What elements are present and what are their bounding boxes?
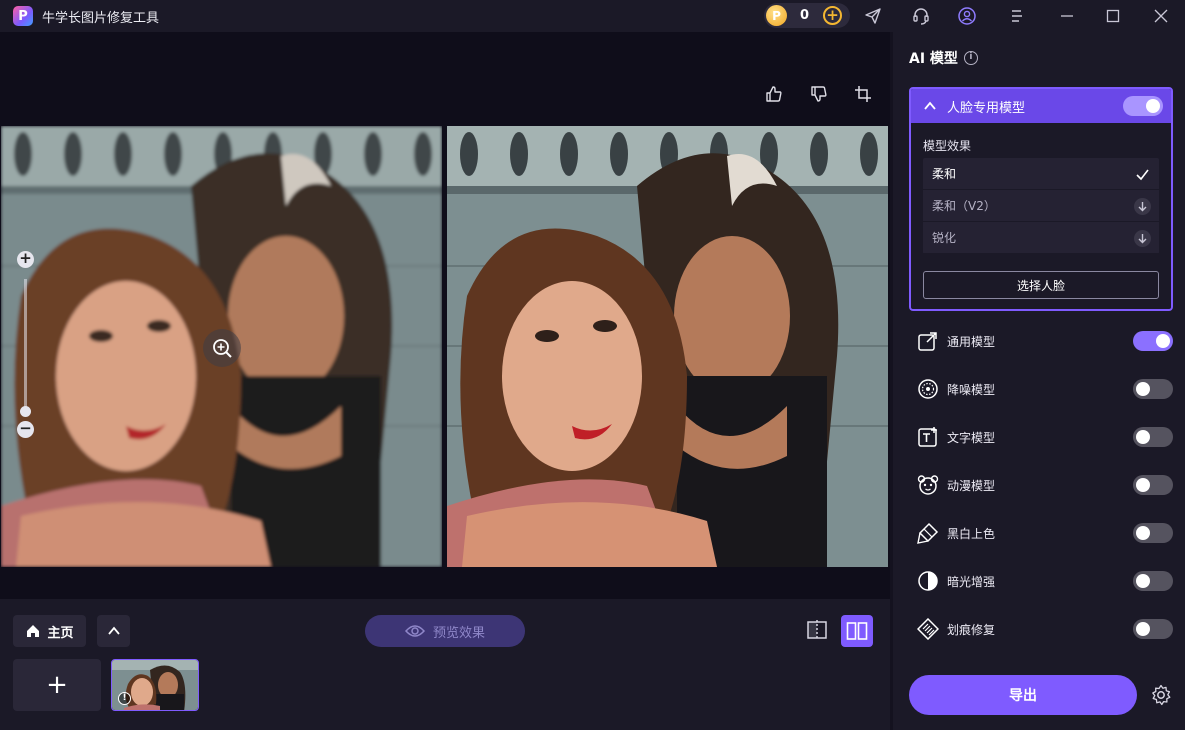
app-logo: P: [13, 6, 33, 26]
zoom-in-button[interactable]: +: [17, 251, 34, 268]
model-row-colorize[interactable]: 黑白上色: [909, 518, 1173, 548]
text-model-toggle[interactable]: [1133, 427, 1173, 447]
title-bar: P 牛学长图片修复工具 P 0 +: [0, 0, 1185, 32]
magnifier-icon[interactable]: [203, 329, 241, 367]
app-window: P 牛学长图片修复工具 P 0 + + − 主页 预览效果 + ! AI 模型 …: [0, 0, 1185, 730]
home-icon: [27, 625, 40, 637]
panel-title-text: AI 模型: [909, 51, 958, 67]
model-row-scratch[interactable]: 划痕修复: [909, 614, 1173, 644]
zoom-out-button[interactable]: −: [17, 421, 34, 438]
app-title: 牛学长图片修复工具: [42, 10, 160, 26]
headset-icon[interactable]: [911, 6, 931, 26]
toggle-knob: [1136, 574, 1150, 588]
image-thumbnail[interactable]: !: [111, 659, 199, 711]
preview-label: 预览效果: [432, 625, 485, 641]
denoise-model-icon: [917, 378, 939, 400]
add-image-button[interactable]: +: [13, 659, 101, 711]
coin-icon: P: [766, 5, 787, 26]
scratch-repair-toggle[interactable]: [1133, 619, 1173, 639]
preview-button[interactable]: 预览效果: [365, 615, 525, 647]
enhanced-image[interactable]: [447, 126, 888, 567]
face-model-header[interactable]: 人脸专用模型: [911, 89, 1171, 123]
text-model-icon: [917, 426, 939, 448]
face-model-toggle[interactable]: [1123, 96, 1163, 116]
toggle-knob: [1136, 382, 1150, 396]
model-row-text[interactable]: 文字模型: [909, 422, 1173, 452]
menu-icon[interactable]: [1007, 6, 1027, 26]
toggle-knob: [1136, 622, 1150, 636]
colorize-icon: [917, 522, 939, 544]
canvas-area: + −: [0, 32, 890, 599]
expand-button[interactable]: [97, 615, 130, 647]
scratch-repair-icon: [917, 618, 939, 640]
model-label: 降噪模型: [947, 382, 996, 397]
download-icon[interactable]: [1134, 198, 1151, 215]
model-label: 黑白上色: [947, 526, 996, 541]
general-model-toggle[interactable]: [1133, 331, 1173, 351]
anime-model-icon: [917, 474, 939, 496]
panel-title: AI 模型 i: [909, 48, 978, 68]
chevron-up-icon: [107, 626, 120, 635]
model-panel: AI 模型 i 人脸专用模型 模型效果 柔和 柔和（V2） 锐化 选择人脸 通用…: [893, 32, 1185, 730]
model-label: 暗光增强: [947, 574, 996, 589]
face-model-card: 人脸专用模型 模型效果 柔和 柔和（V2） 锐化 选择人脸: [909, 87, 1173, 311]
model-label: 文字模型: [947, 430, 996, 445]
model-label: 通用模型: [947, 334, 996, 349]
model-row-anime[interactable]: 动漫模型: [909, 470, 1173, 500]
toggle-knob: [1136, 430, 1150, 444]
general-model-icon: [917, 330, 939, 352]
thumbs-up-icon[interactable]: [765, 85, 785, 105]
send-icon[interactable]: [863, 6, 883, 26]
info-icon[interactable]: i: [963, 51, 978, 65]
coin-balance[interactable]: P 0 +: [764, 3, 850, 28]
colorize-toggle[interactable]: [1133, 523, 1173, 543]
split-view-icon[interactable]: [806, 619, 828, 641]
select-face-button[interactable]: 选择人脸: [923, 271, 1159, 299]
option-label: 锐化: [932, 231, 957, 245]
model-row-denoise[interactable]: 降噪模型: [909, 374, 1173, 404]
effect-option-soft-v2[interactable]: 柔和（V2）: [923, 190, 1159, 222]
user-icon[interactable]: [957, 6, 977, 26]
toggle-knob: [1136, 478, 1150, 492]
zoom-slider[interactable]: + −: [17, 251, 35, 438]
gear-icon[interactable]: [1150, 684, 1172, 706]
model-label: 划痕修复: [947, 622, 996, 637]
coin-count: 0: [800, 8, 810, 23]
crop-icon[interactable]: [854, 85, 874, 105]
minimize-icon[interactable]: [1057, 6, 1077, 26]
effect-option-soft[interactable]: 柔和: [923, 158, 1159, 190]
model-row-low-light[interactable]: 暗光增强: [909, 566, 1173, 596]
zoom-handle[interactable]: [20, 406, 31, 417]
thumbs-down-icon[interactable]: [810, 85, 830, 105]
face-model-label: 人脸专用模型: [947, 100, 1026, 116]
low-light-icon: [917, 570, 939, 592]
download-icon[interactable]: [1134, 230, 1151, 247]
zoom-track[interactable]: [24, 279, 27, 411]
model-row-general[interactable]: 通用模型: [909, 326, 1173, 356]
option-label: 柔和: [932, 167, 957, 181]
low-light-toggle[interactable]: [1133, 571, 1173, 591]
home-button[interactable]: 主页: [13, 615, 86, 647]
add-coins-button[interactable]: +: [823, 6, 843, 25]
effect-option-sharpen[interactable]: 锐化: [923, 222, 1159, 254]
option-label: 柔和（V2）: [932, 199, 996, 213]
close-icon[interactable]: [1151, 6, 1171, 26]
home-label: 主页: [47, 625, 74, 641]
info-icon[interactable]: !: [118, 692, 131, 705]
model-effect-heading: 模型效果: [923, 139, 972, 153]
toggle-knob: [1156, 334, 1170, 348]
toggle-knob: [1146, 99, 1160, 113]
checkmark-icon: [1134, 166, 1151, 183]
model-label: 动漫模型: [947, 478, 996, 493]
export-button[interactable]: 导出: [909, 675, 1137, 715]
eye-icon: [404, 625, 425, 637]
anime-model-toggle[interactable]: [1133, 475, 1173, 495]
maximize-icon[interactable]: [1103, 6, 1123, 26]
effect-options: 柔和 柔和（V2） 锐化: [923, 158, 1159, 254]
side-by-side-view-icon[interactable]: [841, 615, 873, 647]
denoise-model-toggle[interactable]: [1133, 379, 1173, 399]
bottom-bar: 主页 预览效果 + !: [0, 599, 890, 730]
toggle-knob: [1136, 526, 1150, 540]
chevron-up-icon: [924, 101, 936, 110]
